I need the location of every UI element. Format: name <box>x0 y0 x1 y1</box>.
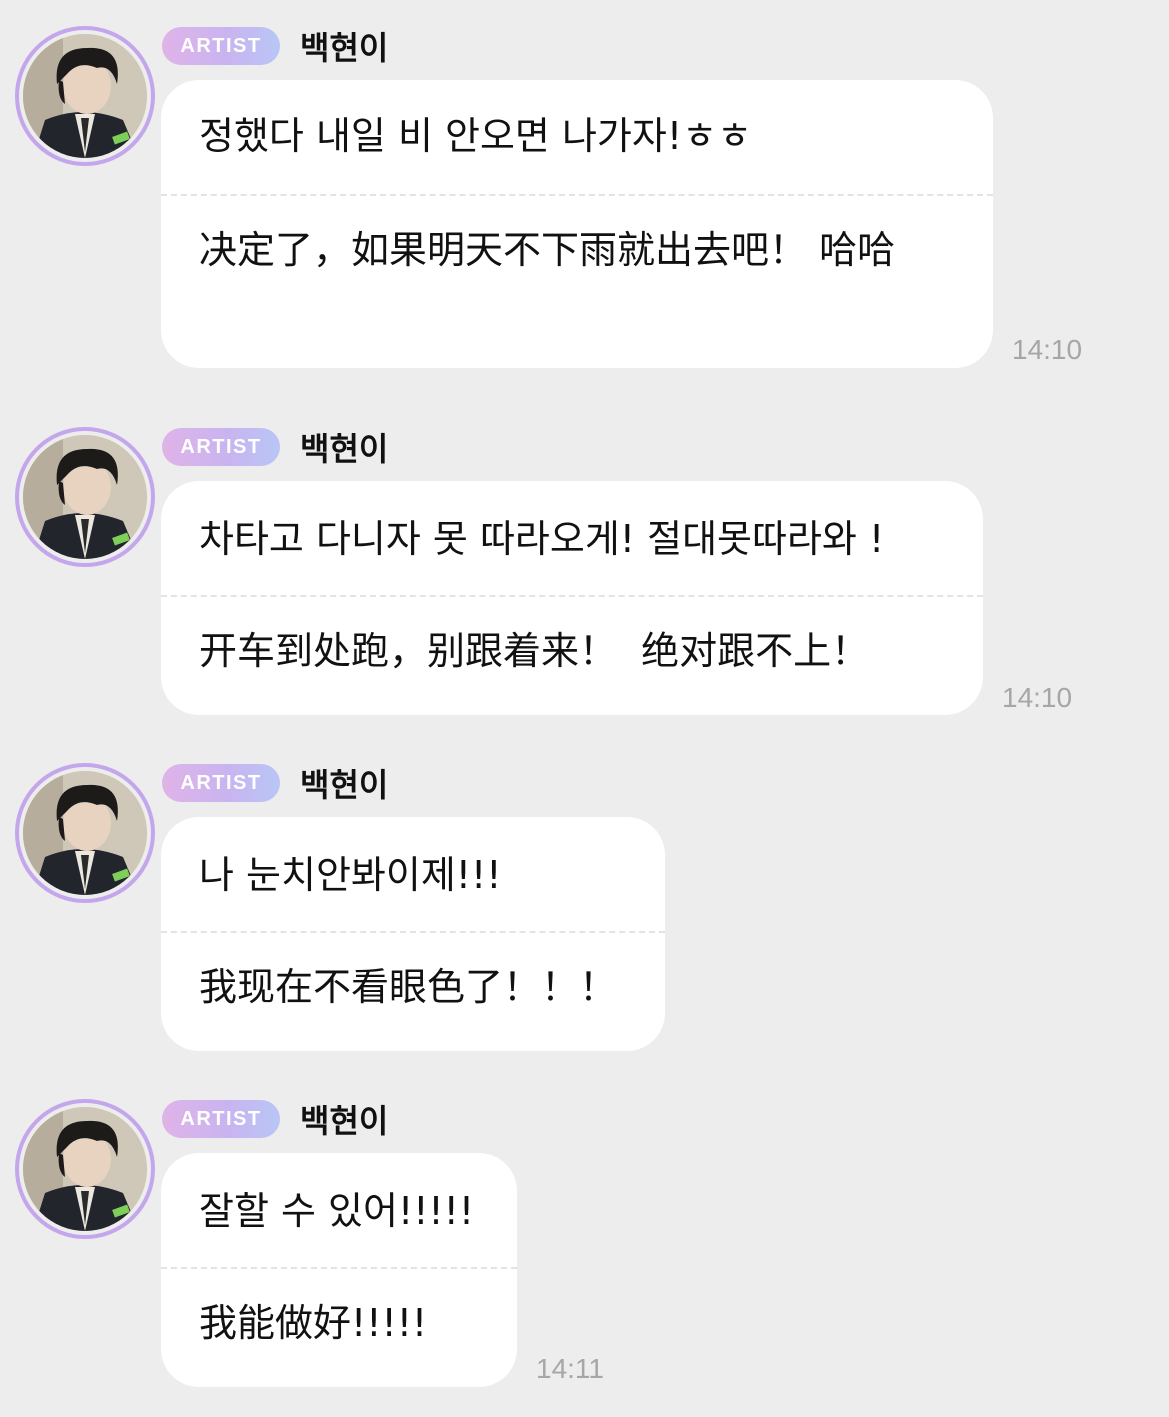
avatar[interactable] <box>15 26 155 166</box>
artist-badge: ARTIST <box>162 428 280 466</box>
timestamp: 14:10 <box>1012 334 1083 365</box>
translation-text: 决定了，如果明天不下雨就出去吧！ 哈哈 <box>199 228 896 272</box>
korean-text: 정했다 내일 비 안오면 나가자!ㅎㅎ <box>199 114 752 158</box>
message-bubble[interactable]: 차타고 다니자 못 따라오게! 절대못따라와 ! 开车到处跑，别跟着来！ 绝对跟… <box>161 481 983 715</box>
sender-row: ARTIST 백현이 <box>162 1096 388 1142</box>
message-bubble[interactable]: 잘할 수 있어!!!!! 我能做好!!!!! <box>161 1153 517 1387</box>
timestamp: 14:10 <box>1002 682 1073 713</box>
avatar[interactable] <box>15 1099 155 1239</box>
timestamp: 14:11 <box>536 1353 604 1384</box>
sender-row: ARTIST 백현이 <box>162 760 388 806</box>
korean-text: 차타고 다니자 못 따라오게! 절대못따라와 ! <box>199 517 885 561</box>
sender-name[interactable]: 백현이 <box>300 1096 388 1142</box>
profile-photo-icon <box>23 1107 147 1231</box>
profile-photo-icon <box>23 771 147 895</box>
avatar[interactable] <box>15 763 155 903</box>
korean-text: 나 눈치안봐이제!!! <box>199 853 502 897</box>
korean-text: 잘할 수 있어!!!!! <box>199 1189 475 1233</box>
sender-name[interactable]: 백현이 <box>300 760 388 806</box>
message-bubble[interactable]: 정했다 내일 비 안오면 나가자!ㅎㅎ 决定了，如果明天不下雨就出去吧！ 哈哈 <box>161 80 993 368</box>
translation-text: 开车到处跑，别跟着来！ 绝对跟不上！ <box>199 629 870 673</box>
sender-name[interactable]: 백현이 <box>300 23 388 69</box>
message-bubble[interactable]: 나 눈치안봐이제!!! 我现在不看眼色了！！！ <box>161 817 665 1051</box>
sender-name[interactable]: 백현이 <box>300 424 388 470</box>
translation-text: 我能做好!!!!! <box>199 1301 428 1345</box>
translation-text: 我现在不看眼色了！！！ <box>199 965 618 1009</box>
avatar[interactable] <box>15 427 155 567</box>
sender-row: ARTIST 백현이 <box>162 424 388 470</box>
profile-photo-icon <box>23 435 147 559</box>
artist-badge: ARTIST <box>162 764 280 802</box>
artist-badge: ARTIST <box>162 27 280 65</box>
sender-row: ARTIST 백현이 <box>162 23 388 69</box>
profile-photo-icon <box>23 34 147 158</box>
artist-badge: ARTIST <box>162 1100 280 1138</box>
